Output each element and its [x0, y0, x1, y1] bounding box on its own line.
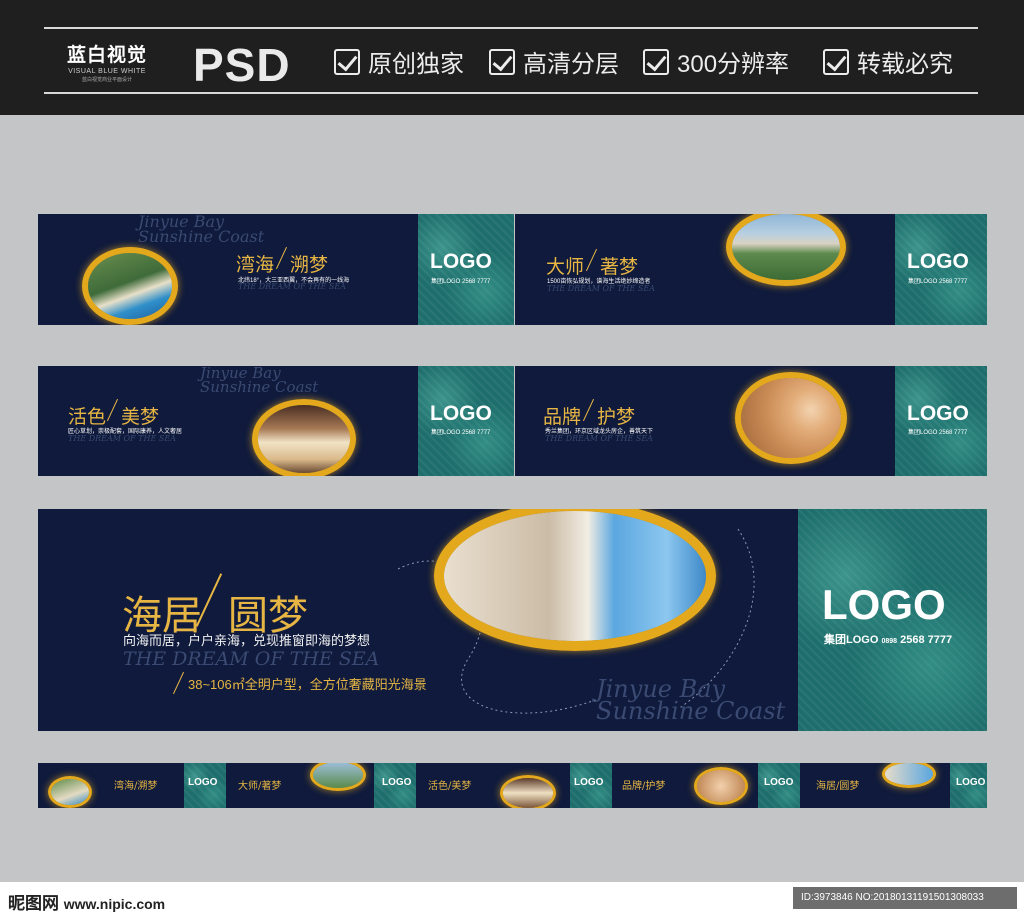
feature-resolution: 300分辨率 [643, 44, 789, 79]
image-id-bar: ID:3973846 NO:20180131191501308033 [793, 887, 1017, 909]
title-right: 美梦 [121, 406, 160, 428]
english-tag: THE DREAM OF THE SEA [545, 434, 653, 443]
mini-title: 活色/美梦 [428, 781, 472, 792]
top-divider [44, 27, 978, 29]
mini-bedroom-ring [882, 763, 936, 788]
mini-beach-ring [694, 767, 748, 805]
mini-resort-ring [310, 763, 366, 791]
logo-text: LOGO [382, 777, 412, 788]
logo-text: LOGO [956, 777, 986, 788]
bay-watermark: Jinyue Bay Sunshine Coast [138, 214, 265, 246]
resort-photo-ring [726, 214, 846, 286]
checkbox-icon [334, 48, 360, 75]
banner-bay-dream: Jinyue Bay Sunshine Coast 湾海 溯梦 北纬18°，大三亚… [38, 214, 514, 325]
title-slash [582, 398, 595, 422]
psd-label: PSD [193, 39, 291, 91]
bedroom-photo-ring [434, 509, 716, 651]
mini-strip: 湾海/溯梦 LOGO 大师/著梦 LOGO 活色/美梦 LOGO 品牌/护梦 L… [38, 763, 987, 808]
mini-coast-ring [48, 776, 92, 808]
title-slash [585, 248, 598, 272]
logo-text: LOGO [764, 777, 794, 788]
mini-villa-ring [500, 775, 556, 808]
logo-text: LOGO [907, 402, 969, 425]
logo-text: LOGO [188, 777, 218, 788]
english-tag: THE DREAM OF THE SEA [123, 648, 380, 670]
title-right: 护梦 [597, 406, 636, 428]
banner-master-dream: 大师 著梦 1500亩恢弘规划，谱海生活绝妙缔造者 THE DREAM OF T… [515, 214, 987, 325]
banner-brand-dream: 品牌 护梦 秀兰集团，环京区域龙头房企，善筑天下 THE DREAM OF TH… [515, 366, 987, 476]
title-left: 湾海 [236, 254, 275, 276]
logo-text: LOGO [822, 581, 946, 628]
logo-text: LOGO [574, 777, 604, 788]
logo-text: LOGO [430, 250, 492, 273]
group-phone: 集团LOGO 2568 7777 [431, 279, 491, 285]
checkbox-icon [823, 48, 849, 75]
coast-photo-ring [82, 247, 178, 325]
english-tag: THE DREAM OF THE SEA [68, 434, 176, 443]
checkbox-icon [489, 48, 515, 75]
bottom-divider [44, 92, 978, 94]
title-slash [275, 246, 288, 270]
group-phone: 集团LOGO 2568 7777 [908, 279, 968, 285]
group-phone: 集团LOGO 2568 7777 [431, 430, 491, 436]
bay-watermark: Jinyue Bay Sunshine Coast [596, 675, 786, 725]
group-phone: 集团LOGO 0898 2568 7777 [824, 634, 953, 646]
line-two: 38~106㎡全明户型，全方位奢藏阳光海景 [188, 677, 427, 692]
english-tag: THE DREAM OF THE SEA [547, 284, 655, 293]
top-bar: 蓝白视觉 VISUAL BLUE WHITE 蓝白视觉商业平面设计 PSD 原创… [0, 0, 1024, 115]
banner-home-dream: 海居 圆梦 向海而居，户户亲海，兑现推窗即海的梦想 THE DREAM OF T… [38, 509, 987, 731]
site-watermark: 昵图网 www.nipic.com [8, 894, 166, 913]
brand-name: 蓝白视觉 [66, 44, 147, 66]
group-phone: 集团LOGO 2568 7777 [908, 430, 968, 436]
checkbox-icon [643, 48, 669, 75]
english-tag: THE DREAM OF THE SEA [238, 282, 346, 291]
bay-watermark: Jinyue Bay Sunshine Coast [200, 366, 319, 396]
title-right: 著梦 [600, 256, 639, 278]
line-one: 向海而居，户户亲海，兑现推窗即海的梦想 [123, 633, 371, 648]
feature-copyright: 转载必究 [823, 44, 953, 79]
feature-original: 原创独家 [334, 44, 464, 79]
title-right: 溯梦 [290, 254, 329, 276]
brand-logo: 蓝白视觉 VISUAL BLUE WHITE 蓝白视觉商业平面设计 [62, 40, 152, 83]
brand-tagline: 蓝白视觉商业平面设计 [81, 77, 132, 83]
brand-english: VISUAL BLUE WHITE [68, 68, 146, 75]
mini-title: 品牌/护梦 [622, 781, 666, 792]
feature-layered: 高清分层 [489, 44, 619, 79]
villa-photo-ring [252, 399, 356, 476]
beach-photo-ring [735, 372, 847, 464]
mini-title: 大师/著梦 [238, 781, 282, 792]
banner-vivid-dream: Jinyue Bay Sunshine Coast 活色 美梦 匠心草划，崇极配套… [38, 366, 514, 476]
logo-text: LOGO [430, 402, 492, 425]
logo-text: LOGO [907, 250, 969, 273]
title-left: 品牌 [543, 406, 582, 428]
mini-title: 海居/圆梦 [816, 781, 860, 792]
mini-title: 湾海/溯梦 [114, 781, 158, 792]
title-left: 活色 [68, 406, 107, 428]
title-left: 大师 [546, 256, 585, 278]
title-slash [106, 398, 119, 422]
